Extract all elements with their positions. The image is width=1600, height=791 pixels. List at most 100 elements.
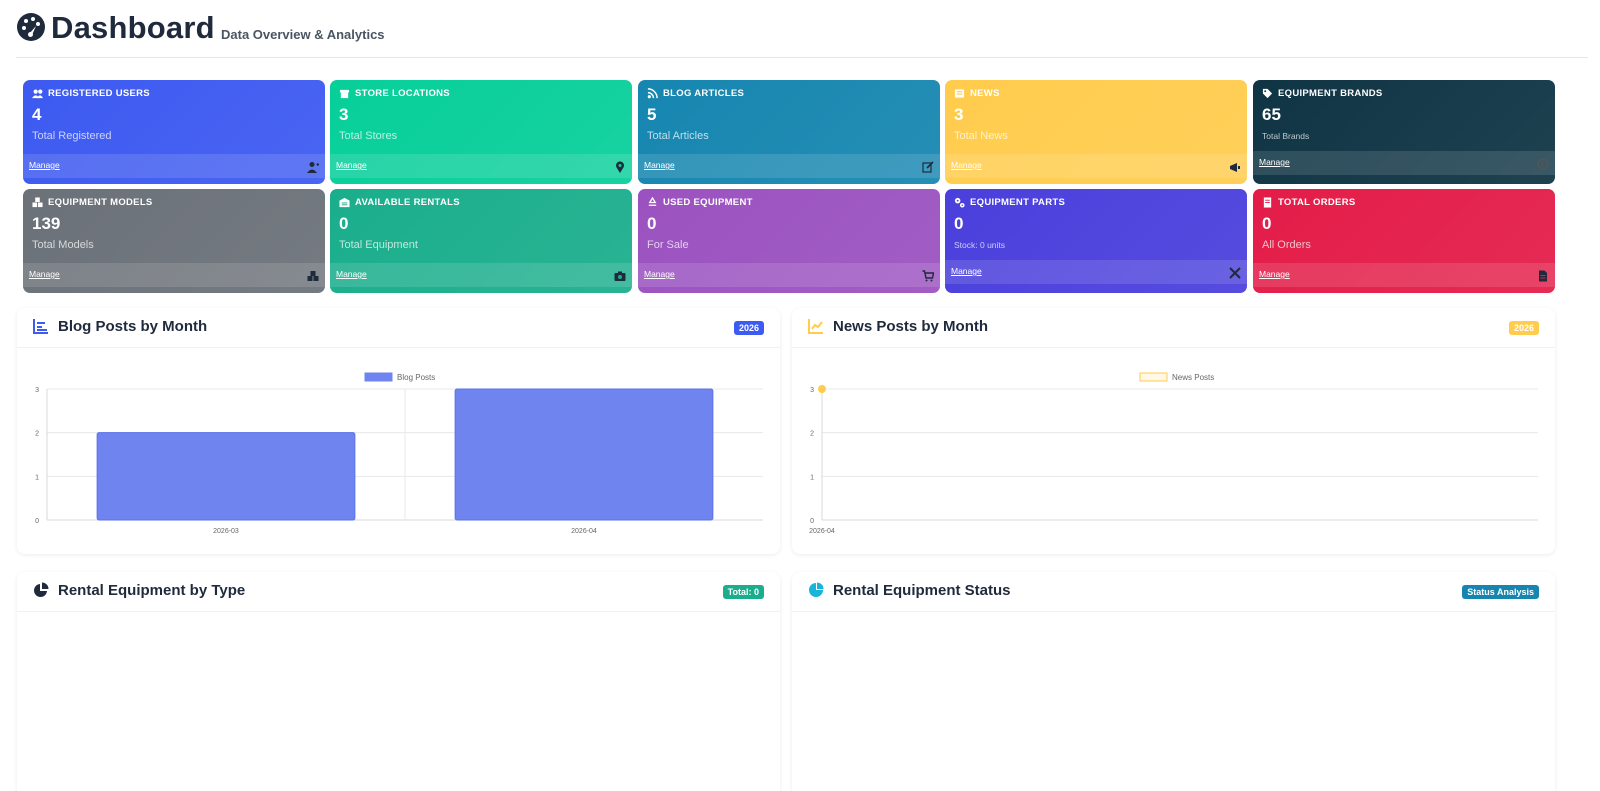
manage-link[interactable]: Manage: [644, 160, 675, 170]
card-value: 4: [32, 105, 42, 124]
panel-header: Rental Equipment Status Status Analysis: [792, 572, 1555, 612]
boxes-icon: [307, 269, 319, 281]
card-footer: Manage: [638, 263, 940, 287]
card-footer: Manage: [945, 154, 1247, 178]
chart-legend: Blog Posts: [364, 372, 435, 382]
card-label: For Sale: [647, 239, 689, 251]
card-label: Total Stores: [339, 130, 398, 142]
stat-card-news: News 3 Total News Manage: [945, 80, 1247, 184]
camera-icon: [614, 269, 626, 281]
recycle-icon: [648, 197, 657, 206]
manage-link[interactable]: Manage: [644, 269, 675, 279]
card-footer: Manage: [638, 154, 940, 178]
card-footer: Manage: [945, 260, 1247, 284]
card-footer: Manage: [23, 263, 325, 287]
panel-header: News Posts by Month 2026: [792, 308, 1555, 348]
year-badge: 2026: [1508, 321, 1539, 335]
y-tick-label: 2: [35, 431, 39, 438]
card-title: Used Equipment: [647, 197, 753, 208]
card-footer: Manage: [23, 154, 325, 178]
stat-card-store-locations: Store Locations 3 Total Stores Manage: [330, 80, 632, 184]
map-pin-icon: [614, 160, 626, 173]
y-tick-label: 1: [35, 474, 39, 481]
tags-icon: [1262, 88, 1273, 99]
card-value: 3: [339, 105, 349, 124]
cart-icon: [922, 269, 935, 282]
manage-link[interactable]: Manage: [1259, 157, 1290, 167]
manage-link[interactable]: Manage: [336, 269, 367, 279]
user-plus-icon: [307, 160, 319, 173]
card-value: 139: [32, 214, 61, 233]
card-value: 5: [647, 105, 657, 124]
bar: [96, 432, 356, 521]
card-label: Total Models: [32, 239, 94, 251]
stat-card-total-orders: Total Orders 0 All Orders Manage: [1253, 189, 1555, 293]
card-title: Total Orders: [1262, 197, 1356, 208]
bar-chart-icon: [33, 319, 48, 334]
page-title: Dashboard: [51, 10, 215, 45]
manage-link[interactable]: Manage: [29, 269, 60, 279]
cubes-icon: [32, 197, 43, 208]
card-footer: Manage: [330, 263, 632, 287]
users-icon: [32, 89, 43, 99]
card-label: Total News: [954, 130, 1008, 142]
manage-link[interactable]: Manage: [29, 160, 60, 170]
page-header: Dashboard Data Overview & Analytics: [16, 10, 1588, 58]
card-title: Equipment Brands: [1262, 88, 1383, 99]
y-tick-label: 0: [35, 518, 39, 525]
stat-card-used-equipment: Used Equipment 0 For Sale Manage: [638, 189, 940, 293]
receipt-icon: [1263, 197, 1272, 208]
y-tick-label: 1: [810, 474, 814, 481]
card-value: 0: [647, 214, 657, 233]
card-title: Registered Users: [32, 88, 150, 99]
newspaper-icon: [954, 89, 965, 98]
manage-link[interactable]: Manage: [951, 266, 982, 276]
rss-icon: [647, 88, 658, 99]
y-tick-label: 3: [810, 387, 814, 394]
panel-title: Rental Equipment by Type: [58, 582, 246, 599]
news-chart-panel: News Posts by Month 2026 News Posts 0 1 2 3 2…: [792, 308, 1555, 554]
manage-link[interactable]: Manage: [336, 160, 367, 170]
card-title: Equipment Parts: [954, 197, 1065, 208]
stat-card-available-rentals: Available Rentals 0 Total Equipment Manage: [330, 189, 632, 293]
x-tick-label: 2026-04: [809, 528, 835, 535]
y-tick-label: 0: [810, 518, 814, 525]
card-value: 0: [339, 214, 349, 233]
tachometer-icon: [17, 13, 45, 41]
card-title: Store Locations: [339, 88, 450, 99]
card-label: Total Registered: [32, 130, 112, 142]
year-badge: 2026: [733, 321, 764, 335]
blog-posts-chart: Blog Posts 0 1 2 3 2026-03 2026-04: [35, 372, 763, 535]
copyright-icon: [1537, 157, 1549, 170]
store-icon: [339, 89, 350, 99]
warehouse-icon: [339, 197, 350, 208]
status-badge: Status Analysis: [1462, 585, 1539, 599]
total-badge: Total: 0: [722, 585, 764, 599]
card-value: 0: [954, 214, 964, 233]
card-label: Total Brands: [1262, 131, 1310, 141]
x-tick-label: 2026-03: [213, 528, 239, 535]
card-footer: Manage: [1253, 151, 1555, 175]
manage-link[interactable]: Manage: [1259, 269, 1290, 279]
card-label: Total Equipment: [339, 239, 418, 251]
news-posts-chart: News Posts 0 1 2 3 2026-04: [809, 372, 1538, 535]
page-subtitle: Data Overview & Analytics: [221, 27, 385, 42]
edit-icon: [922, 160, 934, 173]
card-title: Available Rentals: [339, 197, 460, 208]
stat-card-registered-users: Registered Users 4 Total Registered Manage: [23, 80, 325, 184]
card-label: All Orders: [1262, 239, 1311, 251]
stat-card-equipment-parts: Equipment Parts 0 Stock: 0 units Manage: [945, 189, 1247, 293]
megaphone-icon: [1229, 160, 1241, 172]
bar: [454, 388, 714, 521]
rental-type-panel: Rental Equipment by Type Total: 0: [17, 572, 780, 791]
card-footer: Manage: [1253, 263, 1555, 287]
pie-chart-icon: [34, 582, 49, 597]
legend-swatch: [364, 372, 393, 382]
card-value: 0: [1262, 214, 1272, 233]
card-title: Equipment Models: [32, 197, 153, 208]
card-label: Total Articles: [647, 130, 709, 142]
manage-link[interactable]: Manage: [951, 160, 982, 170]
card-value: 65: [1262, 105, 1281, 124]
data-point: [818, 385, 826, 393]
legend-label: Blog Posts: [397, 373, 435, 382]
